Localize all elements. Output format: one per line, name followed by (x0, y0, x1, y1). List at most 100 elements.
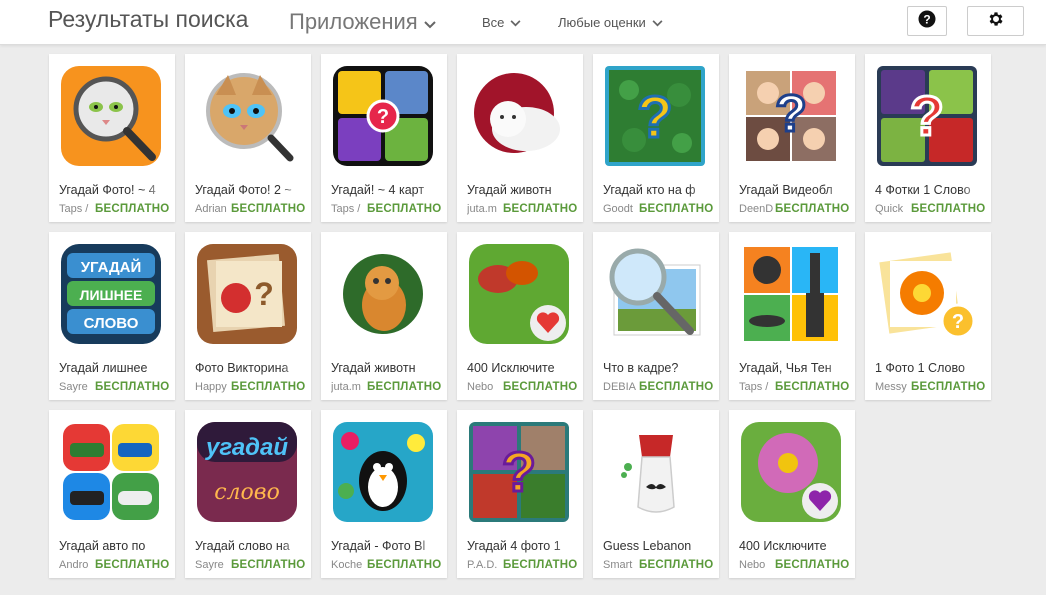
app-title: Что в кадре? (603, 361, 713, 375)
app-title: Угадай Фото! 2 ~ (195, 183, 305, 197)
svg-text:УГАДАЙ: УГАДАЙ (81, 258, 142, 276)
flower-photos-question-icon: ? (876, 243, 978, 345)
app-card[interactable]: 400 Исключите Nebo БЕСПЛАТНО (729, 410, 855, 578)
cars-quiz-icon (60, 421, 162, 523)
svg-text:СЛОВО: СЛОВО (84, 315, 139, 332)
app-title: Угадай 4 фото 1 (467, 539, 577, 553)
svg-text:?: ? (377, 106, 389, 128)
app-title: Угадай Фото! ~ 4 (59, 183, 169, 197)
magnifier-landscape-icon (604, 243, 706, 345)
svg-text:ЛИШНЕЕ: ЛИШНЕЕ (80, 287, 143, 303)
app-developer: Quick (875, 203, 904, 215)
app-developer: DeenD (739, 203, 774, 215)
svg-text:?: ? (775, 85, 807, 143)
app-price: БЕСПЛАТНО (639, 203, 714, 215)
app-card[interactable]: Угадай Фото! ~ 4 Taps / БЕСПЛАТНО (49, 54, 175, 222)
clover-question-icon: ? (604, 65, 706, 167)
odd-word-icon: УГАДАЙ ЛИШНЕЕ СЛОВО (60, 243, 162, 345)
app-developer: Adrian (195, 203, 227, 215)
cat-magnifier-white-icon (196, 65, 298, 167)
app-price: БЕСПЛАТНО (367, 381, 442, 393)
app-developer: Nebo (739, 559, 766, 571)
app-price: БЕСПЛАТНО (503, 559, 578, 571)
shadows-quiz-icon (740, 243, 842, 345)
app-card[interactable]: ? Угадай 4 фото 1 P.A.D. БЕСПЛАТНО (457, 410, 583, 578)
app-price: БЕСПЛАТНО (231, 559, 306, 571)
app-price: БЕСПЛАТНО (775, 203, 850, 215)
app-price: БЕСПЛАТНО (911, 203, 986, 215)
app-developer: Happy (195, 381, 227, 393)
app-developer: Taps / (739, 381, 769, 393)
app-card[interactable]: Угадай животн juta.m БЕСПЛАТНО (457, 54, 583, 222)
fez-mustache-icon (604, 421, 706, 523)
app-title: Угадай авто по (59, 539, 169, 553)
app-developer: Messy (875, 381, 907, 393)
app-price: БЕСПЛАТНО (639, 381, 714, 393)
app-title: Угадай - Фото Bl (331, 539, 441, 553)
app-title: Угадай, Чья Тен (739, 361, 849, 375)
app-price: БЕСПЛАТНО (775, 559, 850, 571)
four-photos-question-icon: ? (468, 421, 570, 523)
svg-text:?: ? (254, 276, 274, 312)
app-price: БЕСПЛАТНО (231, 381, 306, 393)
app-card[interactable]: ? 4 Фотки 1 Слово Quick БЕСПЛАТНО (865, 54, 991, 222)
app-card[interactable]: ? 1 Фото 1 Слово Messy БЕСПЛАТНО (865, 232, 991, 400)
app-price: БЕСПЛАТНО (367, 559, 442, 571)
app-card[interactable]: Что в кадре? DEBIA БЕСПЛАТНО (593, 232, 719, 400)
app-title: Угадай! ~ 4 карт (331, 183, 441, 197)
app-price: БЕСПЛАТНО (639, 559, 714, 571)
app-developer: Sayre (195, 559, 224, 571)
svg-text:слово: слово (214, 480, 280, 505)
app-price: БЕСПЛАТНО (775, 381, 850, 393)
app-card[interactable]: Guess Lebanon Smart БЕСПЛАТНО (593, 410, 719, 578)
app-price: БЕСПЛАТНО (503, 381, 578, 393)
app-card[interactable]: Угадай Фото! 2 ~ Adrian БЕСПЛАТНО (185, 54, 311, 222)
app-card[interactable]: Угадай, Чья Тен Taps / БЕСПЛАТНО (729, 232, 855, 400)
app-title: Угадай лишнее (59, 361, 169, 375)
app-price: БЕСПЛАТНО (95, 203, 170, 215)
app-price: БЕСПЛАТНО (231, 203, 306, 215)
app-title: Угадай слово на (195, 539, 305, 553)
bloggers-question-icon: ? (740, 65, 842, 167)
app-card[interactable]: Угадай авто по Andro БЕСПЛАТНО (49, 410, 175, 578)
app-card[interactable]: ? Угадай Видеобл DeenD БЕСПЛАТНО (729, 54, 855, 222)
app-developer: Goodt (603, 203, 633, 215)
app-card[interactable]: Угадай животн juta.m БЕСПЛАТНО (321, 232, 447, 400)
app-price: БЕСПЛАТНО (911, 381, 986, 393)
penguin-balloons-icon (332, 421, 434, 523)
kitten-red-circle-icon (468, 65, 570, 167)
app-developer: Taps / (331, 203, 361, 215)
app-price: БЕСПЛАТНО (95, 559, 170, 571)
kitten-green-circle-icon (332, 243, 434, 345)
app-developer: juta.m (331, 381, 361, 393)
app-card[interactable]: 400 Исключите Nebo БЕСПЛАТНО (457, 232, 583, 400)
app-price: БЕСПЛАТНО (95, 381, 170, 393)
app-developer: Smart (603, 559, 633, 571)
svg-text:?: ? (952, 311, 964, 333)
apple-photo-quiz-icon: ? (196, 243, 298, 345)
cat-magnifier-orange-icon (60, 65, 162, 167)
app-card[interactable]: ? Фото Викторина Happy БЕСПЛАТНО (185, 232, 311, 400)
svg-text:угадай: угадай (205, 434, 288, 461)
app-card[interactable]: ? Угадай! ~ 4 карт Taps / БЕСПЛАТНО (321, 54, 447, 222)
app-price: БЕСПЛАТНО (503, 203, 578, 215)
app-card[interactable]: угадай слово Угадай слово на Sayre БЕСПЛ… (185, 410, 311, 578)
app-card[interactable]: УГАДАЙ ЛИШНЕЕ СЛОВО Угадай лишнее Sayre … (49, 232, 175, 400)
app-developer: P.A.D. (467, 559, 498, 571)
flower-heart-icon (740, 421, 842, 523)
app-card[interactable]: Угадай - Фото Bl Koche БЕСПЛАТНО (321, 410, 447, 578)
app-developer: Taps / (59, 203, 89, 215)
app-developer: Nebo (467, 381, 494, 393)
butterfly-heart-icon (468, 243, 570, 345)
app-card[interactable]: ? Угадай кто на ф Goodt БЕСПЛАТНО (593, 54, 719, 222)
svg-text:?: ? (637, 85, 672, 150)
app-price: БЕСПЛАТНО (367, 203, 442, 215)
app-title: Угадай животн (331, 361, 441, 375)
fruits-question-icon: ? (876, 65, 978, 167)
app-developer: Koche (331, 559, 363, 571)
guess-word-neon-icon: угадай слово (196, 421, 298, 523)
app-title: 1 Фото 1 Слово (875, 361, 985, 375)
app-title: 400 Исключите (739, 539, 849, 553)
app-title: Угадай кто на ф (603, 183, 713, 197)
app-title: 4 Фотки 1 Слово (875, 183, 985, 197)
